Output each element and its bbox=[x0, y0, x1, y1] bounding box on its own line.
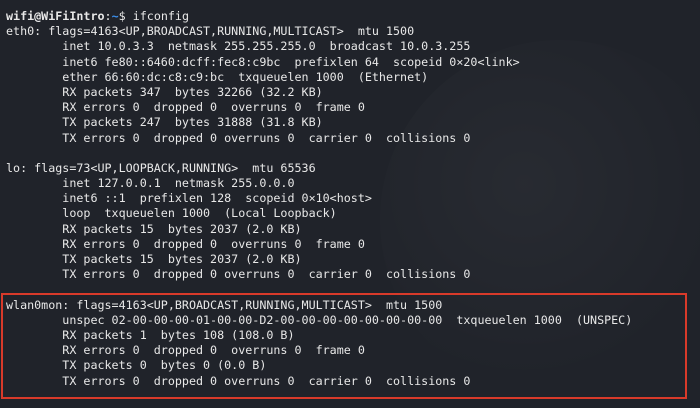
terminal-window[interactable]: wifi@WiFiIntro:~$ ifconfig eth0: flags=4… bbox=[0, 0, 700, 408]
eth0-line: RX packets 347 bytes 32266 (32.2 KB) bbox=[6, 84, 323, 99]
lo-line: RX packets 15 bytes 2037 (2.0 KB) bbox=[6, 221, 302, 236]
eth0-line: RX errors 0 dropped 0 overruns 0 frame 0 bbox=[6, 100, 365, 115]
interface-block-eth0: eth0: flags=4163<UP,BROADCAST,RUNNING,MU… bbox=[6, 24, 700, 146]
lo-line: RX errors 0 dropped 0 overruns 0 frame 0 bbox=[6, 236, 365, 251]
lo-line: TX packets 15 bytes 2037 (2.0 KB) bbox=[6, 252, 302, 266]
eth0-line: TX packets 247 bytes 31888 (31.8 KB) bbox=[6, 115, 323, 130]
wlan0mon-line: TX errors 0 dropped 0 overruns 0 carrier… bbox=[6, 373, 471, 388]
command-text: ifconfig bbox=[132, 9, 189, 23]
interface-block-wlan0mon: wlan0mon: flags=4163<UP,BROADCAST,RUNNIN… bbox=[6, 298, 700, 389]
prompt-user-host: wifi@WiFiIntro bbox=[6, 9, 105, 23]
eth0-line: eth0: flags=4163<UP,BROADCAST,RUNNING,MU… bbox=[6, 24, 415, 39]
interface-block-lo: lo: flags=73<UP,LOOPBACK,RUNNING> mtu 65… bbox=[6, 161, 700, 283]
wlan0mon-line: unspec 02-00-00-00-01-00-00-D2-00-00-00-… bbox=[6, 312, 633, 327]
eth0-line: inet 10.0.3.3 netmask 255.255.255.0 broa… bbox=[6, 39, 471, 54]
wlan0mon-line: TX packets 0 bytes 0 (0.0 B) bbox=[6, 358, 267, 373]
lo-line: inet 127.0.0.1 netmask 255.0.0.0 bbox=[6, 176, 295, 191]
prompt-separator: : bbox=[104, 9, 112, 23]
prompt-symbol: $ bbox=[118, 9, 126, 23]
lo-line: lo: flags=73<UP,LOOPBACK,RUNNING> mtu 65… bbox=[6, 160, 316, 175]
eth0-line: TX errors 0 dropped 0 overruns 0 carrier… bbox=[6, 130, 471, 145]
wlan0mon-line: RX errors 0 dropped 0 overruns 0 frame 0 bbox=[6, 343, 365, 358]
prompt-path: ~ bbox=[111, 9, 119, 23]
command-prompt-line: wifi@WiFiIntro:~$ ifconfig bbox=[6, 9, 700, 24]
wlan0mon-line: RX packets 1 bytes 108 (108.0 B) bbox=[6, 327, 295, 342]
lo-line: inet6 ::1 prefixlen 128 scopeid 0×10<hos… bbox=[6, 191, 372, 206]
eth0-line: ether 66:60:dc:c8:c9:bc txqueuelen 1000 … bbox=[6, 69, 429, 84]
eth0-line: inet6 fe80::6460:dcff:fec8:c9bc prefixle… bbox=[6, 54, 520, 69]
lo-line: TX errors 0 dropped 0 overruns 0 carrier… bbox=[6, 267, 471, 282]
lo-line: loop txqueuelen 1000 (Local Loopback) bbox=[6, 206, 337, 221]
wlan0mon-line: wlan0mon: flags=4163<UP,BROADCAST,RUNNIN… bbox=[6, 297, 443, 312]
